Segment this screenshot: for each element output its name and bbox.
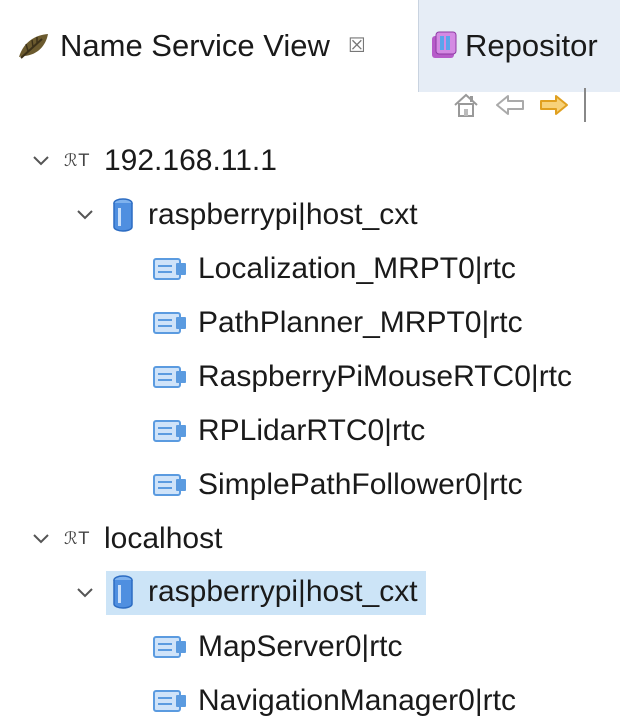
home-button[interactable] [448, 87, 484, 123]
tab-title: Repositor [465, 28, 598, 63]
tab-repository[interactable]: Repositor [418, 0, 620, 92]
rtc-component-icon [153, 474, 186, 496]
chevron-down-icon[interactable] [72, 580, 98, 606]
tree-component[interactable]: NavigationManager0|rtc [0, 674, 620, 728]
host-label: 192.168.11.1 [104, 144, 277, 177]
host-icon: ℛT [64, 529, 90, 549]
tree-component[interactable]: RPLidarRTC0|rtc [0, 404, 620, 458]
tree-host-localhost[interactable]: ℛT localhost [0, 512, 620, 566]
component-label: MapServer0|rtc [198, 630, 403, 663]
toolbar-separator [584, 88, 586, 122]
tree-component[interactable]: Localization_MRPT0|rtc [0, 242, 620, 296]
chevron-down-icon[interactable] [72, 202, 98, 228]
tree-component[interactable]: PathPlanner_MRPT0|rtc [0, 296, 620, 350]
component-label: Localization_MRPT0|rtc [198, 252, 516, 285]
back-button[interactable] [492, 87, 528, 123]
component-label: SimplePathFollower0|rtc [198, 468, 523, 501]
tree-host-192-168-11-1[interactable]: ℛT 192.168.11.1 [0, 134, 620, 188]
leaf-icon [19, 34, 48, 59]
repository-icon [432, 31, 457, 58]
context-label: raspberrypi|host_cxt [148, 198, 418, 231]
forward-arrow-icon [540, 95, 568, 115]
rtc-component-icon [153, 420, 186, 442]
tree-component[interactable]: MapServer0|rtc [0, 620, 620, 674]
tab-name-service-view[interactable]: Name Service View ☒ [0, 0, 418, 92]
tree-context[interactable]: raspberrypi|host_cxt [0, 188, 620, 242]
rtc-component-icon [153, 312, 186, 334]
name-service-tree: ℛT 192.168.11.1 raspberrypi|host_cxt Loc… [0, 134, 620, 728]
naming-context-icon [113, 198, 133, 232]
forward-button[interactable] [536, 87, 572, 123]
tab-strip: Name Service View ☒ Repositor [0, 0, 620, 92]
tree-component[interactable]: SimplePathFollower0|rtc [0, 458, 620, 512]
tab-title: Name Service View [60, 28, 330, 63]
tree-component[interactable]: RaspberryPiMouseRTC0|rtc [0, 350, 620, 404]
rtc-component-icon [153, 690, 186, 712]
selection-highlight[interactable]: raspberrypi|host_cxt [106, 571, 426, 615]
tree-context-selected[interactable]: raspberrypi|host_cxt [0, 566, 620, 620]
host-label: localhost [104, 522, 223, 555]
rtc-component-icon [153, 366, 186, 388]
rtc-component-icon [153, 636, 186, 658]
component-label: NavigationManager0|rtc [198, 684, 516, 717]
host-icon: ℛT [64, 151, 90, 171]
rtc-component-icon [153, 258, 186, 280]
chevron-down-icon[interactable] [28, 526, 54, 552]
component-label: RPLidarRTC0|rtc [198, 414, 426, 447]
component-label: PathPlanner_MRPT0|rtc [198, 306, 523, 339]
back-arrow-icon [496, 95, 524, 115]
close-icon[interactable]: ☒ [348, 36, 366, 56]
home-icon [454, 93, 478, 117]
context-label: raspberrypi|host_cxt [148, 575, 418, 608]
view-toolbar [448, 84, 586, 126]
component-label: RaspberryPiMouseRTC0|rtc [198, 360, 573, 393]
naming-context-icon [113, 575, 133, 609]
chevron-down-icon[interactable] [28, 148, 54, 174]
